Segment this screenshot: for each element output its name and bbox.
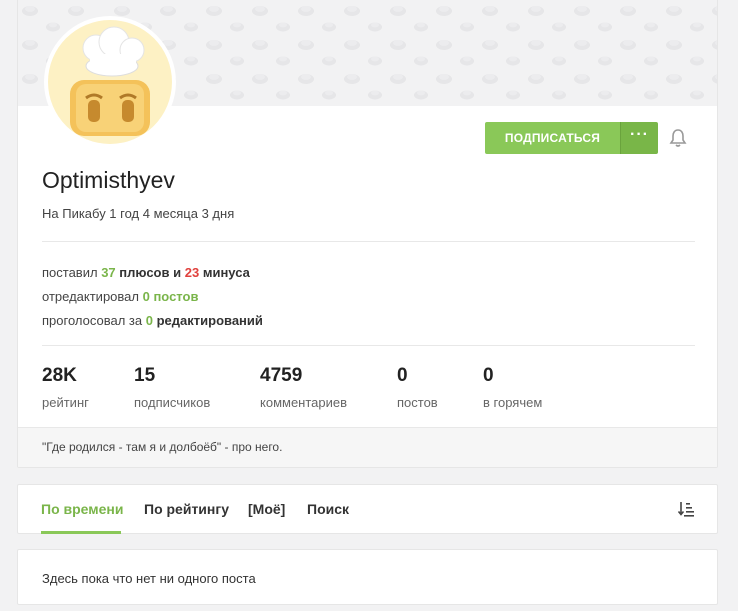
- tab-search[interactable]: Поиск: [307, 501, 349, 517]
- toaster-chef-avatar-icon: [48, 20, 172, 144]
- tab-by-rating[interactable]: По рейтингу: [144, 501, 229, 517]
- activity-votes: поставил 37 плюсов и 23 минуса: [42, 265, 250, 280]
- stat-subscribers[interactable]: 15 подписчиков: [134, 365, 210, 410]
- tenure-text: На Пикабу 1 год 4 месяца 3 дня: [42, 206, 235, 221]
- stat-posts: 0 постов: [397, 365, 438, 410]
- subscribe-button[interactable]: ПОДПИСАТЬСЯ: [485, 122, 620, 154]
- more-options-button[interactable]: ···: [620, 122, 658, 154]
- profile-quote: "Где родился - там я и долбоёб" - про не…: [18, 427, 717, 467]
- stat-comments[interactable]: 4759 комментариев: [260, 365, 347, 410]
- active-tab-indicator: [41, 531, 121, 534]
- tab-mine[interactable]: [Моё]: [248, 501, 285, 517]
- stat-hot: 0 в горячем: [483, 365, 543, 410]
- profile-card: ПОДПИСАТЬСЯ ··· Optimisthyev На Пикабу 1…: [17, 0, 718, 468]
- empty-feed-card: Здесь пока что нет ни одного поста: [17, 549, 718, 605]
- divider: [42, 345, 695, 346]
- activity-edits: отредактировал 0 постов: [42, 289, 199, 304]
- bell-icon[interactable]: [669, 128, 687, 148]
- activity-summary: поставил 37 плюсов и 23 минуса отредакти…: [42, 261, 263, 333]
- activity-edit-votes: проголосовал за 0 редактирований: [42, 313, 263, 328]
- username: Optimisthyev: [42, 167, 175, 193]
- tab-by-time[interactable]: По времени: [41, 501, 123, 517]
- avatar[interactable]: [44, 16, 176, 148]
- sort-order-icon[interactable]: [677, 501, 694, 517]
- sort-tabs-bar: По времени По рейтингу [Моё] Поиск: [17, 484, 718, 534]
- empty-feed-message: Здесь пока что нет ни одного поста: [42, 571, 256, 586]
- subscribe-group: ПОДПИСАТЬСЯ ···: [485, 122, 658, 154]
- stat-rating: 28K рейтинг: [42, 365, 89, 410]
- divider: [42, 241, 695, 242]
